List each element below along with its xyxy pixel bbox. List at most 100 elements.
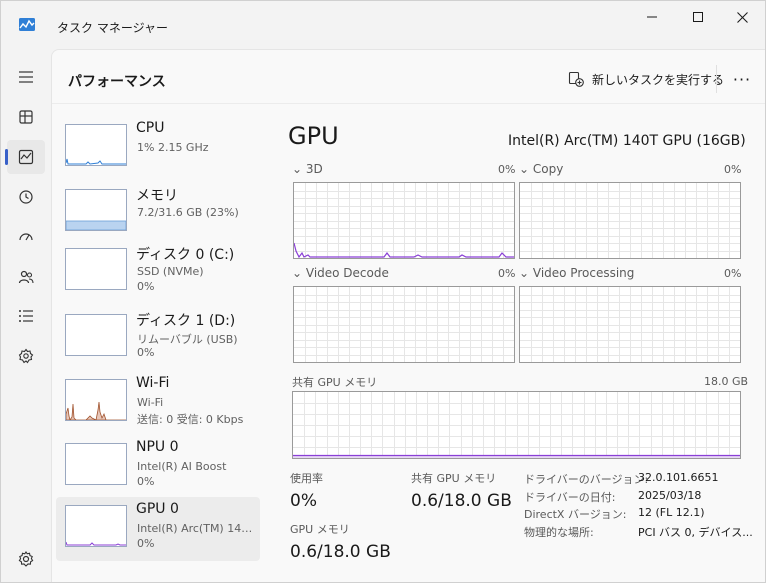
device-thumbnail-svg xyxy=(66,158,126,165)
device-thumbnail-svg xyxy=(66,315,126,355)
device-disk-1[interactable]: ディスク 1 (D:) リムーバブル (USB) 0% xyxy=(56,306,260,370)
device-thumbnail-graph xyxy=(65,189,127,231)
close-button[interactable] xyxy=(719,1,765,33)
device-thumbnail-graph xyxy=(65,505,127,547)
detail-value: PCI バス 0, デバイス... xyxy=(638,526,753,539)
services-icon xyxy=(18,348,34,364)
engine-graph-3d xyxy=(293,182,515,259)
device-name: CPU xyxy=(136,120,165,136)
shared-memory-graph-max: 18.0 GB xyxy=(704,375,749,388)
chevron-down-icon: ⌄ xyxy=(292,162,306,176)
detail-value: 12 (FL 12.1) xyxy=(638,506,705,519)
device-thumbnail-svg xyxy=(66,541,126,546)
device-usage: 0% xyxy=(137,346,155,359)
engine-label: Video Decode xyxy=(305,266,389,280)
run-new-task-button[interactable]: 新しいタスクを実行する xyxy=(568,68,724,90)
device-subtitle: 1% 2.15 GHz xyxy=(137,141,209,154)
startup-icon xyxy=(19,233,33,241)
gpu-memory-label: GPU メモリ xyxy=(290,523,350,536)
app-history-icon xyxy=(19,190,33,204)
device-thumbnail-graph xyxy=(65,379,127,421)
device-npu-0[interactable]: NPU 0 Intel(R) AI Boost 0% xyxy=(56,435,260,499)
device-subtitle: Wi-Fi xyxy=(137,396,164,409)
task-manager-app-icon xyxy=(19,18,35,31)
engine-selector-video-decode[interactable]: ⌄ Video Decode xyxy=(292,266,389,280)
device-subtitle: Intel(R) Arc(TM) 140T GPU (16GB) xyxy=(137,522,259,535)
minimize-icon xyxy=(647,16,657,18)
shared-memory-label: 共有 GPU メモリ xyxy=(411,472,497,485)
device-usage: 送信: 0 受信: 0 Kbps xyxy=(137,413,244,426)
engine-percent: 0% xyxy=(724,267,742,280)
engine-graph-svg xyxy=(520,287,740,362)
engine-label: 3D xyxy=(305,162,323,176)
window-title: タスク マネージャー xyxy=(57,21,168,35)
device-disk-0[interactable]: ディスク 0 (C:) SSD (NVMe) 0% xyxy=(56,240,260,304)
title-bar: タスク マネージャー xyxy=(1,1,765,49)
device-subtitle: SSD (NVMe) xyxy=(137,265,204,278)
device-thumbnail-svg xyxy=(66,220,126,230)
maximize-button[interactable] xyxy=(675,1,721,33)
shared-memory-value: 0.6/18.0 GB xyxy=(411,491,512,511)
device-name: メモリ xyxy=(136,188,178,204)
performance-icon xyxy=(18,149,34,165)
detail-key: ドライバーのバージョン: xyxy=(524,473,649,486)
device-name: GPU 0 xyxy=(136,501,179,517)
run-task-icon xyxy=(568,71,584,87)
gpu-memory-value: 0.6/18.0 GB xyxy=(290,542,391,562)
engine-graph-svg xyxy=(520,183,740,258)
gpu-title: GPU xyxy=(288,122,339,150)
engine-graph-svg xyxy=(294,287,514,362)
engine-selector-3d[interactable]: ⌄ 3D xyxy=(292,162,323,176)
minimize-button[interactable] xyxy=(629,1,675,33)
engine-graph-video-decode xyxy=(293,286,515,363)
device-wifi[interactable]: Wi-Fi Wi-Fi 送信: 0 受信: 0 Kbps xyxy=(56,371,260,435)
header-divider xyxy=(716,65,717,93)
device-name: NPU 0 xyxy=(136,439,179,455)
close-icon xyxy=(736,11,748,23)
engine-percent: 0% xyxy=(724,163,742,176)
nav-app-history[interactable] xyxy=(7,180,45,214)
nav-startup[interactable] xyxy=(7,220,45,254)
engine-selector-video-processing[interactable]: ⌄ Video Processing xyxy=(519,266,634,280)
run-task-label: 新しいタスクを実行する xyxy=(592,72,725,87)
engine-graph-copy xyxy=(519,182,741,259)
shared-memory-graph-label: 共有 GPU メモリ xyxy=(292,376,378,389)
nav-performance[interactable] xyxy=(7,140,45,174)
more-icon: ··· xyxy=(732,69,752,89)
menu-icon xyxy=(19,71,33,83)
device-usage: 0% xyxy=(137,280,155,293)
more-options-button[interactable]: ··· xyxy=(728,68,756,90)
device-thumbnail-graph xyxy=(65,248,127,290)
device-usage: 0% xyxy=(137,537,155,550)
device-memory[interactable]: メモリ 7.2/31.6 GB (23%) xyxy=(56,181,260,245)
nav-services[interactable] xyxy=(7,339,45,373)
detail-key: ドライバーの日付: xyxy=(524,491,616,504)
engine-percent: 0% xyxy=(498,163,516,176)
nav-settings[interactable] xyxy=(7,542,45,576)
usage-label: 使用率 xyxy=(290,472,323,485)
device-thumbnail-graph xyxy=(65,443,127,485)
content-panel: パフォーマンス 新しいタスクを実行する ··· CPU 1% 2.15 GHz メモ… xyxy=(51,49,765,582)
nav-users[interactable] xyxy=(7,260,45,294)
chevron-down-icon: ⌄ xyxy=(519,266,533,280)
device-subtitle: リムーバブル (USB) xyxy=(137,333,238,346)
device-thumbnail-svg xyxy=(66,401,126,420)
engine-graph-video-processing xyxy=(519,286,741,363)
engine-selector-copy[interactable]: ⌄ Copy xyxy=(519,162,563,176)
detail-value: 2025/03/18 xyxy=(638,489,702,502)
device-gpu-0[interactable]: GPU 0 Intel(R) Arc(TM) 140T GPU (16GB) 0% xyxy=(56,497,260,561)
maximize-icon xyxy=(693,12,703,22)
device-name: ディスク 1 (D:) xyxy=(136,313,236,329)
detail-key: DirectX バージョン: xyxy=(524,508,627,521)
task-manager-window: タスク マネージャー パフォーマンス 新しいタスクを実行する ··· CPU 1… xyxy=(0,0,766,583)
nav-menu-button[interactable] xyxy=(7,60,45,94)
shared-memory-graph xyxy=(292,391,741,459)
device-subtitle: Intel(R) AI Boost xyxy=(137,460,227,473)
device-thumbnail-svg xyxy=(66,249,126,289)
nav-processes[interactable] xyxy=(7,100,45,134)
nav-details[interactable] xyxy=(7,299,45,333)
device-thumbnail-svg xyxy=(66,444,126,484)
device-thumbnail-graph xyxy=(65,124,127,166)
device-name: ディスク 0 (C:) xyxy=(136,247,235,263)
device-cpu[interactable]: CPU 1% 2.15 GHz xyxy=(56,116,260,180)
